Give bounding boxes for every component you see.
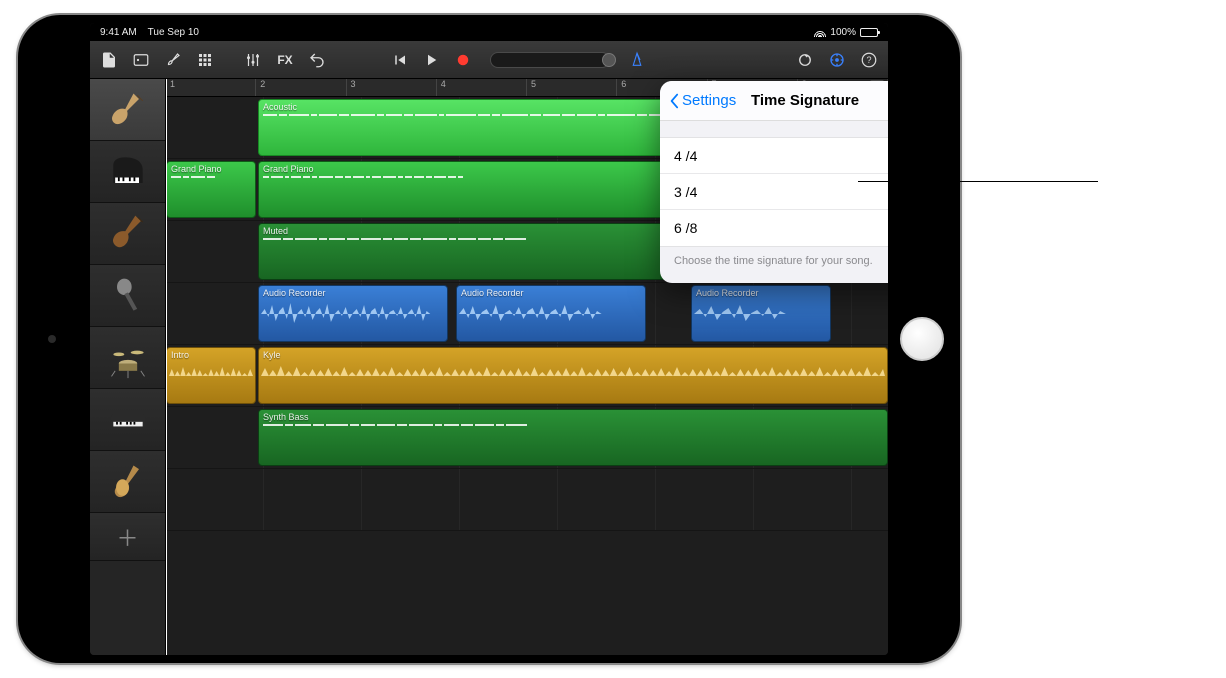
time-signature-popover: Settings Time Signature 4 /4 ✓ 3 /4 6 /8… [660, 81, 888, 283]
time-signature-list: 4 /4 ✓ 3 /4 6 /8 [660, 137, 888, 247]
fx-button[interactable]: FX [274, 49, 296, 71]
region-label: Acoustic [263, 102, 297, 112]
svg-text:?: ? [866, 55, 871, 65]
callout-line [858, 181, 1098, 182]
option-label: 4 /4 [674, 148, 697, 164]
ruler-measure: 3 [347, 79, 437, 96]
waveform [261, 297, 445, 331]
help-button[interactable]: ? [858, 49, 880, 71]
toolbar: FX [90, 41, 888, 79]
waveform [694, 297, 828, 331]
region-synth-bass[interactable]: Synth Bass [258, 409, 888, 466]
my-songs-button[interactable] [98, 49, 120, 71]
volume-knob[interactable] [602, 53, 616, 67]
battery-text: 100% [830, 27, 856, 38]
time-sig-option-3-4[interactable]: 3 /4 [660, 174, 888, 210]
metronome-button[interactable] [626, 49, 648, 71]
track-header-drums[interactable] [90, 327, 165, 389]
track-header-bass[interactable] [90, 203, 165, 265]
add-track-button[interactable]: ＋ [90, 513, 165, 561]
time-sig-option-4-4[interactable]: 4 /4 ✓ [660, 138, 888, 174]
region-label: Muted [263, 226, 288, 236]
track-header-mic[interactable] [90, 265, 165, 327]
region-label: Grand Piano [263, 164, 314, 174]
region-label: Synth Bass [263, 412, 309, 422]
ruler-measure: 1 [166, 79, 256, 96]
browser-button[interactable] [130, 49, 152, 71]
song-settings-button[interactable] [826, 49, 848, 71]
playhead[interactable] [166, 79, 167, 655]
region-audio-2[interactable]: Audio Recorder [456, 285, 646, 342]
wifi-icon [814, 28, 826, 37]
region-grand-piano-a[interactable]: Grand Piano [166, 161, 256, 218]
region-intro[interactable]: Intro [166, 347, 256, 404]
waveform [459, 297, 643, 331]
status-bar: 9:41 AM Tue Sep 10 100% [90, 23, 888, 41]
loop-browser-button[interactable] [794, 49, 816, 71]
popover-back-button[interactable]: Settings [668, 92, 736, 109]
status-right: 100% [814, 27, 878, 38]
piano-icon [105, 149, 151, 195]
go-to-beginning-button[interactable] [388, 49, 410, 71]
screen: 9:41 AM Tue Sep 10 100% [90, 23, 888, 655]
track-header-piano[interactable] [90, 141, 165, 203]
region-audio-3[interactable]: Audio Recorder [691, 285, 831, 342]
track-lane[interactable] [166, 469, 888, 531]
guitar-icon [105, 87, 151, 133]
ipad-frame: 9:41 AM Tue Sep 10 100% [18, 15, 960, 663]
track-headers: ＋ [90, 79, 166, 655]
popover-header: Settings Time Signature [660, 81, 888, 121]
waveform [261, 359, 885, 393]
drums-icon [105, 335, 151, 381]
strings-icon [105, 459, 151, 505]
time-sig-option-6-8[interactable]: 6 /8 [660, 210, 888, 246]
ruler-measure: 5 [527, 79, 617, 96]
ruler-measure: 2 [256, 79, 346, 96]
undo-button[interactable] [306, 49, 328, 71]
option-label: 6 /8 [674, 220, 697, 236]
track-lane[interactable]: Audio Recorder Audio Recorder [166, 283, 888, 345]
microphone-icon [105, 273, 151, 319]
home-button[interactable] [900, 317, 944, 361]
track-lane[interactable]: Intro Kyle [166, 345, 888, 407]
battery-icon [860, 28, 878, 37]
camera-dot [48, 335, 56, 343]
record-button[interactable] [452, 49, 474, 71]
tracks-view-button[interactable] [194, 49, 216, 71]
popover-back-label: Settings [682, 92, 736, 109]
master-volume-slider[interactable] [490, 52, 610, 68]
waveform [169, 359, 253, 393]
status-left: 9:41 AM Tue Sep 10 [100, 27, 199, 38]
popover-footer: Choose the time signature for your song. [660, 247, 888, 283]
keyboard-icon [105, 397, 151, 443]
track-lane[interactable]: Synth Bass [166, 407, 888, 469]
play-button[interactable] [420, 49, 442, 71]
bass-guitar-icon [105, 211, 151, 257]
popover-title: Time Signature [751, 92, 859, 109]
mixer-button[interactable] [242, 49, 264, 71]
track-header-strings[interactable] [90, 451, 165, 513]
region-audio-1[interactable]: Audio Recorder [258, 285, 448, 342]
status-time: 9:41 AM [100, 27, 137, 38]
track-header-keyboard[interactable] [90, 389, 165, 451]
region-label: Grand Piano [171, 164, 222, 174]
option-label: 3 /4 [674, 184, 697, 200]
ruler-measure: 4 [437, 79, 527, 96]
region-kyle[interactable]: Kyle [258, 347, 888, 404]
status-date: Tue Sep 10 [148, 27, 199, 38]
instrument-button[interactable] [162, 49, 184, 71]
track-header-guitar[interactable] [90, 79, 165, 141]
